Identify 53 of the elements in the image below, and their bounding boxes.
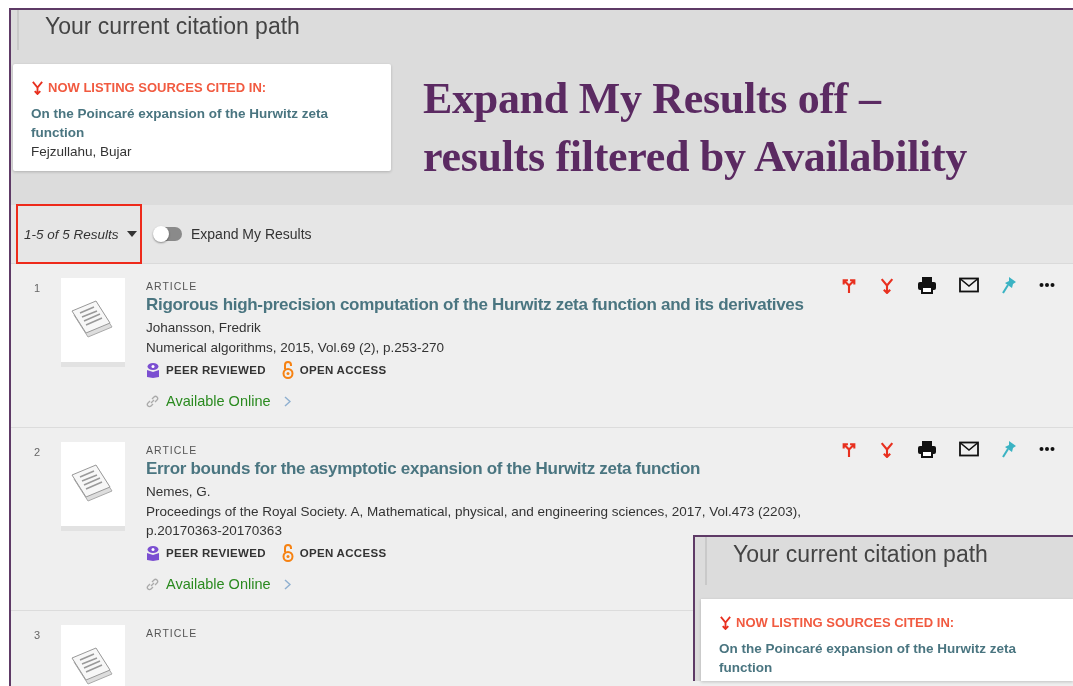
path-title: Your current citation path — [17, 10, 391, 50]
citing-arrow-icon[interactable] — [841, 440, 857, 458]
resource-type: ARTICLE — [146, 627, 198, 639]
expand-toggle[interactable] — [154, 227, 182, 241]
caret-icon — [126, 231, 137, 237]
print-icon[interactable] — [917, 276, 937, 294]
listing-label: NOW LISTING SOURCES CITED IN: — [48, 80, 267, 95]
more-icon[interactable] — [1039, 282, 1055, 288]
result-source: Numerical algorithms, 2015, Vol.69 (2), p.253-270 — [146, 340, 445, 355]
cited-arrow-icon[interactable] — [879, 440, 895, 458]
path-title: Your current citation path — [705, 537, 1073, 585]
pin-icon[interactable] — [1001, 276, 1017, 294]
resource-type: ARTICLE — [146, 444, 199, 456]
listing-label: NOW LISTING SOURCES CITED IN: — [736, 615, 955, 630]
more-icon[interactable] — [1039, 446, 1055, 452]
mail-icon[interactable] — [959, 277, 979, 293]
resource-type: ARTICLE — [146, 280, 199, 292]
citing-arrow-icon[interactable] — [841, 276, 857, 294]
result-author: Johansson, Fredrik — [146, 320, 262, 335]
print-icon[interactable] — [917, 440, 937, 458]
toggle-label: Expand My Results — [191, 226, 312, 242]
result-source: p.20170363-20170363 — [146, 523, 283, 538]
cited-arrow-icon — [31, 80, 44, 95]
chevron-right-icon[interactable] — [283, 578, 291, 590]
open-lock-icon — [281, 361, 294, 379]
cited-arrow-icon — [719, 615, 732, 630]
availability-link[interactable]: Available Online — [166, 393, 271, 409]
cited-title-link[interactable]: On the Poincaré expansion of the Hurwitz zeta function — [31, 104, 373, 142]
results-count-dropdown[interactable]: 1-5 of 5 Results — [16, 204, 142, 264]
cited-author: Fejzullahu, Bujar — [31, 144, 133, 159]
pin-icon[interactable] — [1001, 440, 1017, 458]
result-title-link[interactable]: Rigorous high-precision computation of the Hurwitz zeta function and its derivatives — [146, 295, 804, 315]
peer-reviewed-label: PEER REVIEWED — [166, 364, 266, 376]
chevron-right-icon[interactable] — [283, 395, 291, 407]
peer-reviewed-label: PEER REVIEWED — [166, 547, 266, 559]
link-icon — [146, 394, 159, 408]
result-source: Proceedings of the Royal Society. A, Mathematical, physical, and engineering sciences, 2017, Vol.473 (2203), — [146, 504, 801, 519]
open-access-label: OPEN ACCESS — [299, 547, 387, 559]
availability-link[interactable]: Available Online — [166, 576, 271, 592]
link-icon — [146, 577, 159, 591]
result-number: 2 — [33, 445, 42, 460]
open-access-label: OPEN ACCESS — [299, 364, 387, 376]
mail-icon[interactable] — [959, 441, 979, 457]
book-eye-icon — [146, 545, 160, 561]
cited-arrow-icon[interactable] — [879, 276, 895, 294]
result-number: 1 — [33, 281, 42, 296]
book-eye-icon — [146, 362, 160, 378]
result-title-link[interactable]: Error bounds for the asymptotic expansion of the Hurwitz zeta function — [146, 459, 801, 479]
open-lock-icon — [281, 544, 294, 562]
result-number: 3 — [33, 628, 42, 643]
annotation-text: Expand My Results off – results filtered by Availability — [422, 73, 968, 183]
result-author: Nemes, G. — [146, 484, 212, 499]
cited-title-link[interactable]: On the Poincaré expansion of the Hurwitz zeta function — [719, 639, 1055, 677]
